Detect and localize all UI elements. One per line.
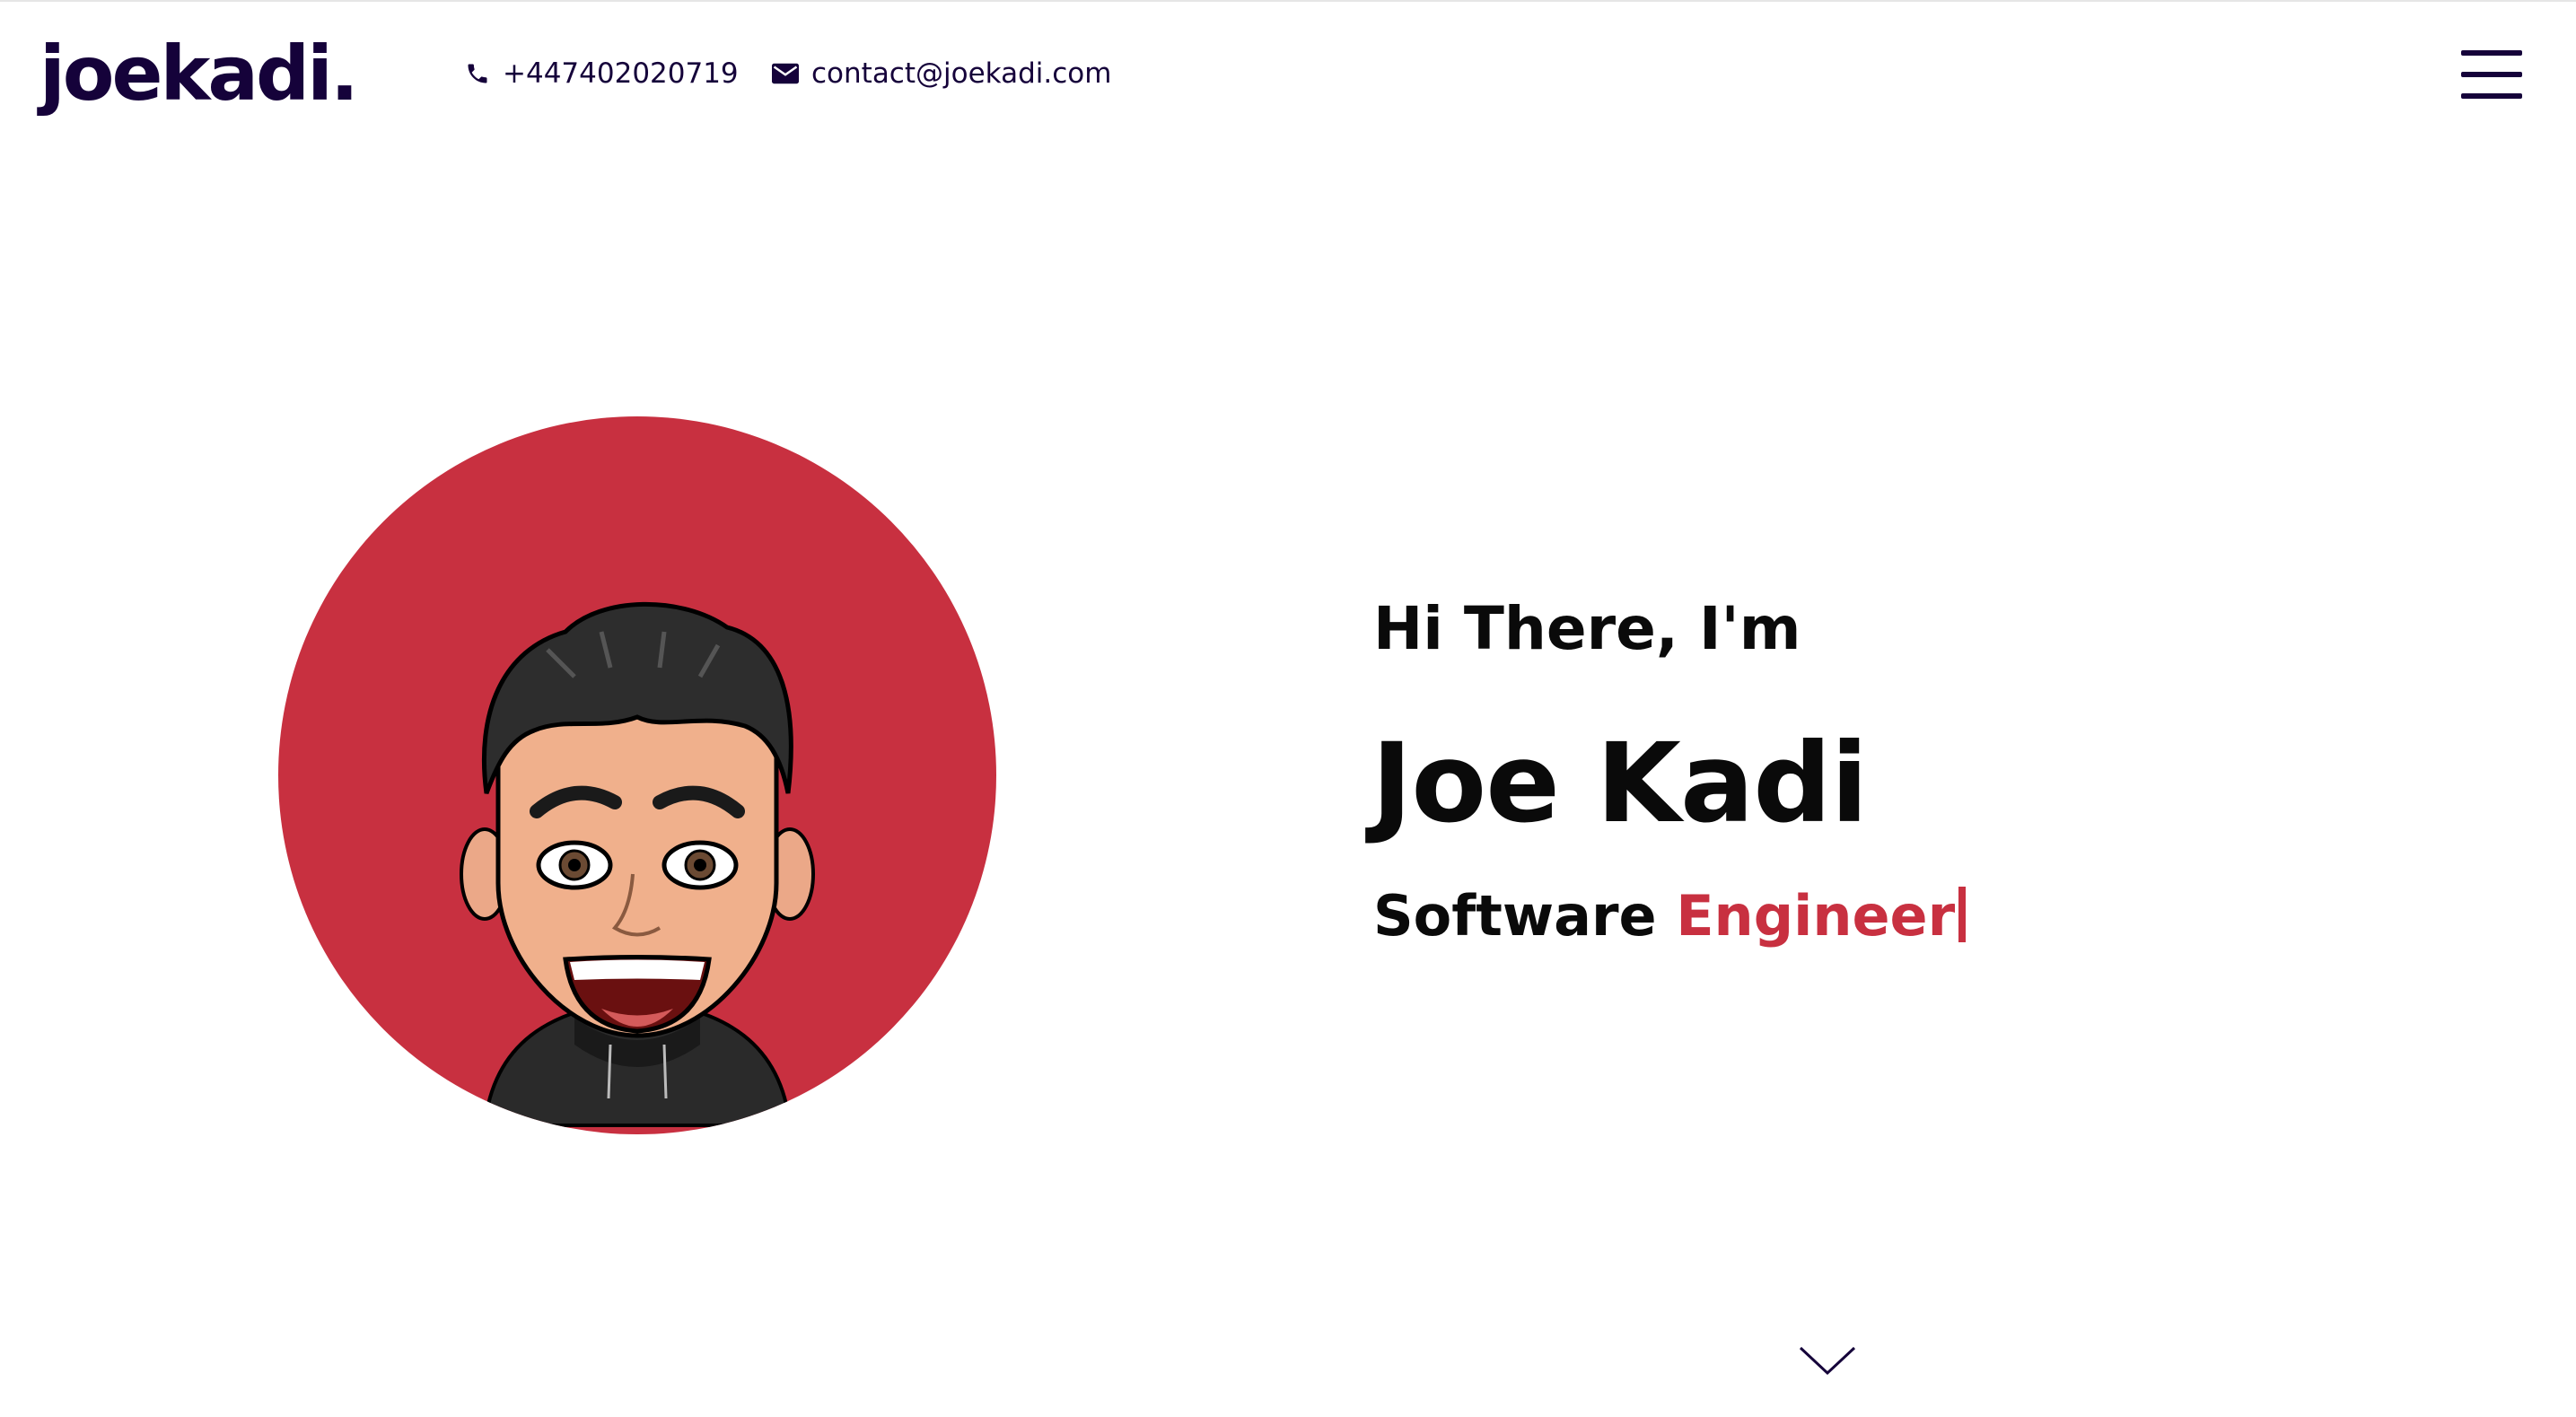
mail-icon [772, 63, 799, 84]
menu-bar [2461, 72, 2522, 77]
chevron-down-icon[interactable] [1799, 1344, 1856, 1377]
menu-bar [2461, 50, 2522, 56]
site-logo[interactable]: joekadi. [39, 29, 359, 119]
page: joekadi. +447402020719 contact@joekadi.c… [0, 0, 2576, 1417]
cartoon-avatar-icon [460, 601, 815, 1127]
hero-name: Joe Kadi [1371, 720, 1868, 847]
phone-link[interactable]: +447402020719 [465, 57, 739, 90]
phone-icon [468, 64, 487, 83]
role-prefix: Software [1373, 883, 1657, 949]
email-address: contact@joekadi.com [811, 57, 1112, 90]
avatar-circle [278, 416, 996, 1134]
hamburger-menu-icon[interactable] [2461, 50, 2522, 99]
hero-role: Software Engineer [1373, 883, 1967, 949]
email-link[interactable]: contact@joekadi.com [772, 57, 1111, 90]
hero-greeting: Hi There, I'm [1373, 594, 1801, 663]
typing-cursor [1958, 887, 1967, 942]
role-highlight: Engineer [1676, 883, 1956, 949]
phone-number: +447402020719 [503, 57, 739, 90]
menu-bar [2461, 93, 2522, 99]
